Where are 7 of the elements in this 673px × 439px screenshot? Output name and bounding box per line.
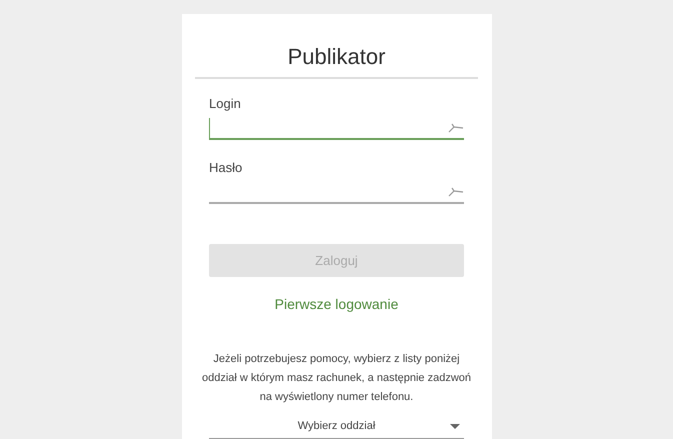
- branch-select[interactable]: Wybierz oddział: [209, 414, 464, 439]
- first-login-link[interactable]: Pierwsze logowanie: [274, 296, 398, 312]
- help-text: Jeżeli potrzebujesz pomocy, wybierz z listy poniżej oddział w którym masz rachunek, a następnie zadzwoń na wyświetlony numer telefonu.: [200, 352, 472, 405]
- app-title: Publikator: [288, 44, 386, 70]
- field-label: Hasło: [209, 160, 244, 175]
- field-label: Login: [209, 96, 242, 111]
- caret-icon: [450, 424, 460, 429]
